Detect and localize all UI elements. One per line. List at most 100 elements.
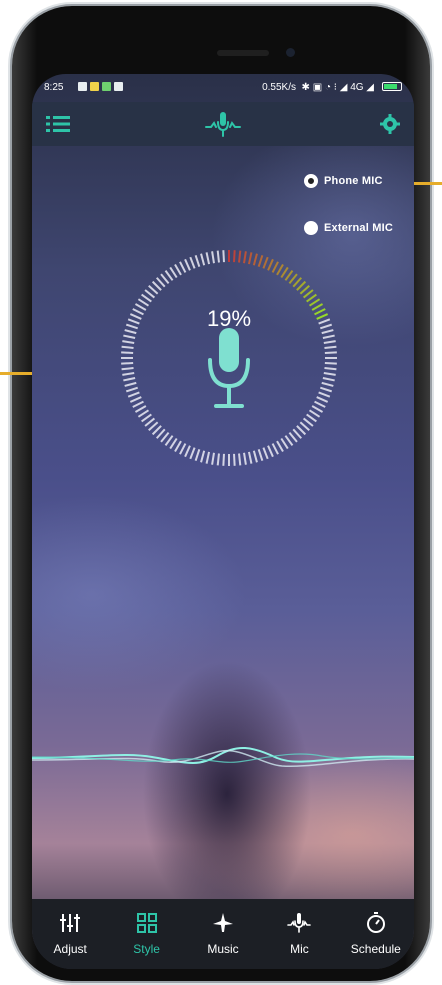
level-tick-active [299, 284, 310, 295]
timer-icon [366, 912, 385, 933]
level-tick [271, 443, 279, 455]
nav-item-mic[interactable]: Mic [261, 899, 337, 969]
level-tick [276, 440, 284, 453]
level-tick [148, 284, 159, 295]
front-camera [286, 48, 295, 57]
level-tick [179, 443, 187, 455]
level-tick [288, 431, 298, 443]
phone-mic-label: Phone MIC [324, 175, 383, 187]
level-tick [121, 362, 134, 365]
level-tick-active [233, 250, 236, 263]
level-tick [179, 261, 187, 273]
network-speed: 0.55K/s [262, 82, 296, 93]
level-tick [296, 425, 307, 436]
status-bar: 8:25 0.55K/s ✱ ▣ ◔ ⁝ ◢ 4G ◢ [32, 74, 414, 100]
nav-item-adjust[interactable]: Adjust [32, 899, 108, 969]
level-tick [121, 351, 134, 354]
level-tick [151, 425, 162, 436]
level-tick [123, 334, 136, 340]
nav-item-style[interactable]: Style [108, 899, 184, 969]
grid-icon [136, 913, 157, 933]
level-tick [144, 417, 156, 427]
level-tick [174, 440, 182, 453]
nav-item-schedule[interactable]: Schedule [338, 899, 414, 969]
level-tick [122, 340, 135, 344]
level-tick-active [262, 256, 269, 269]
level-tick [318, 391, 331, 398]
status-time: 8:25 [44, 82, 64, 93]
level-tick [184, 445, 191, 458]
app-bar [32, 102, 414, 146]
level-tick [174, 263, 182, 276]
level-tick [122, 372, 135, 376]
level-tick [323, 372, 336, 376]
level-meter: 19% [117, 246, 341, 470]
level-tick-active [296, 280, 307, 291]
level-tick-active [257, 254, 264, 268]
level-tick [243, 452, 247, 465]
level-tick [308, 409, 321, 418]
level-tick [189, 256, 196, 269]
level-tick [324, 362, 337, 365]
level-tick [299, 421, 310, 432]
level-tick [169, 437, 178, 450]
level-tick [127, 391, 140, 398]
level-tick-active [276, 263, 284, 276]
level-tick-active [302, 289, 314, 299]
microphone-wave-icon [205, 112, 241, 137]
microphone-wave-icon [287, 913, 312, 933]
nav-label: Mic [290, 942, 309, 956]
level-tick [194, 448, 201, 462]
phone-mic-option[interactable]: Phone MIC [304, 174, 383, 188]
notification-icon [102, 82, 111, 91]
level-tick [233, 453, 236, 466]
level-tick [205, 451, 211, 464]
level-tick [267, 445, 274, 458]
level-tick [322, 334, 335, 340]
level-tick [194, 254, 201, 268]
nav-label: Adjust [53, 942, 87, 956]
notification-icons [78, 82, 123, 91]
signal-type: 4G [350, 82, 364, 93]
level-tick [134, 405, 147, 413]
level-tick [132, 400, 144, 408]
nav-label: Style [133, 942, 160, 956]
level-tick-active [308, 298, 321, 307]
level-tick [311, 405, 324, 413]
microphone-icon[interactable] [205, 326, 253, 414]
level-tick [205, 252, 211, 265]
nav-item-music[interactable]: Music [185, 899, 261, 969]
level-tick [169, 266, 178, 279]
level-tick [200, 253, 206, 266]
level-tick [200, 450, 206, 463]
level-tick [189, 447, 196, 460]
level-tick-active [280, 266, 289, 279]
gear-icon[interactable] [378, 112, 402, 136]
level-tick [324, 367, 337, 371]
level-tick [121, 345, 134, 349]
level-tick [324, 345, 337, 349]
level-tick [137, 298, 150, 307]
level-tick [306, 413, 317, 423]
battery-icon [382, 82, 402, 91]
level-tick [211, 251, 215, 264]
list-menu-icon[interactable] [46, 114, 70, 134]
status-indicators: 0.55K/s ✱ ▣ ◔ ⁝ ◢ 4G ◢ [262, 82, 374, 93]
level-tick [262, 447, 269, 460]
sound-wave [32, 746, 414, 768]
external-mic-label: External MIC [324, 222, 394, 234]
level-tick [238, 453, 242, 466]
earpiece [217, 50, 269, 56]
notification-icon [90, 82, 99, 91]
level-tick [160, 273, 170, 285]
level-tick [252, 450, 258, 463]
level-tick [155, 428, 166, 439]
level-tick-active [271, 261, 279, 273]
level-tick [257, 448, 264, 462]
level-tick-active [284, 270, 294, 281]
nav-label: Music [207, 942, 239, 956]
external-mic-option[interactable]: External MIC [304, 221, 393, 235]
level-tick [316, 396, 329, 403]
level-tick-active [243, 251, 247, 264]
level-tick [137, 409, 150, 418]
